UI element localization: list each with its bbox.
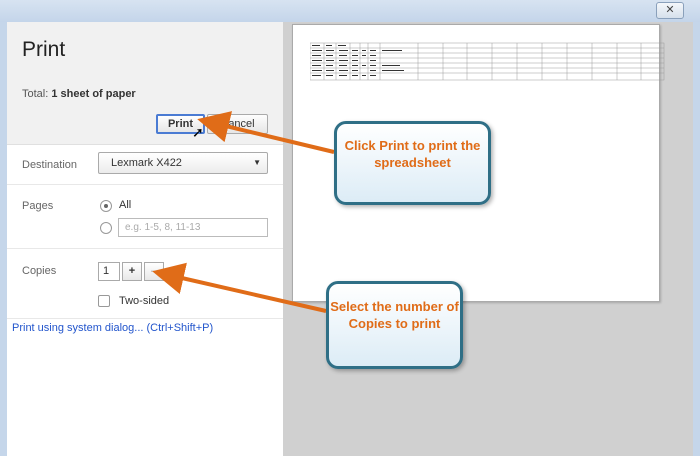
pages-all-radio[interactable] — [100, 200, 112, 212]
print-header: Print Total: 1 sheet of paper Print Canc… — [7, 22, 283, 145]
window-titlebar: ✕ — [0, 0, 700, 22]
callout-copies: Select the number of Copies to print — [326, 281, 463, 369]
total-value: 1 sheet of paper — [51, 88, 136, 100]
dropdown-arrow-icon: ▼ — [253, 158, 261, 167]
callout-print: Click Print to print the spreadsheet — [334, 121, 491, 205]
divider — [7, 248, 283, 249]
two-sided-checkbox[interactable] — [98, 295, 110, 307]
destination-select[interactable]: Lexmark X422 ▼ — [98, 152, 268, 174]
system-dialog-link[interactable]: Print using system dialog... (Ctrl+Shift… — [12, 322, 213, 334]
two-sided-label: Two-sided — [119, 295, 170, 307]
cancel-button[interactable]: Cancel — [207, 114, 268, 134]
pages-range-radio[interactable] — [100, 222, 112, 234]
spreadsheet-preview-thumbnail — [310, 42, 665, 81]
total-sheets: Total: 1 sheet of paper — [22, 88, 136, 100]
divider — [7, 184, 283, 185]
pages-label: Pages — [22, 200, 54, 212]
print-preview-area — [284, 22, 693, 456]
divider — [7, 318, 283, 319]
pages-all-label: All — [119, 199, 132, 211]
destination-value: Lexmark X422 — [111, 157, 182, 169]
close-icon[interactable]: ✕ — [656, 2, 684, 19]
copies-label: Copies — [22, 265, 57, 277]
mouse-cursor-icon: ➚ — [192, 124, 204, 140]
page-title: Print — [22, 38, 66, 61]
copies-decrement-button[interactable]: – — [144, 262, 164, 281]
copies-increment-button[interactable]: + — [122, 262, 142, 281]
pages-range-input[interactable]: e.g. 1-5, 8, 11-13 — [118, 218, 268, 237]
print-settings-panel: Print Total: 1 sheet of paper Print Canc… — [7, 22, 284, 456]
copies-input[interactable]: 1 — [98, 262, 120, 281]
destination-label: Destination — [22, 159, 78, 171]
total-label: Total: — [22, 88, 49, 100]
